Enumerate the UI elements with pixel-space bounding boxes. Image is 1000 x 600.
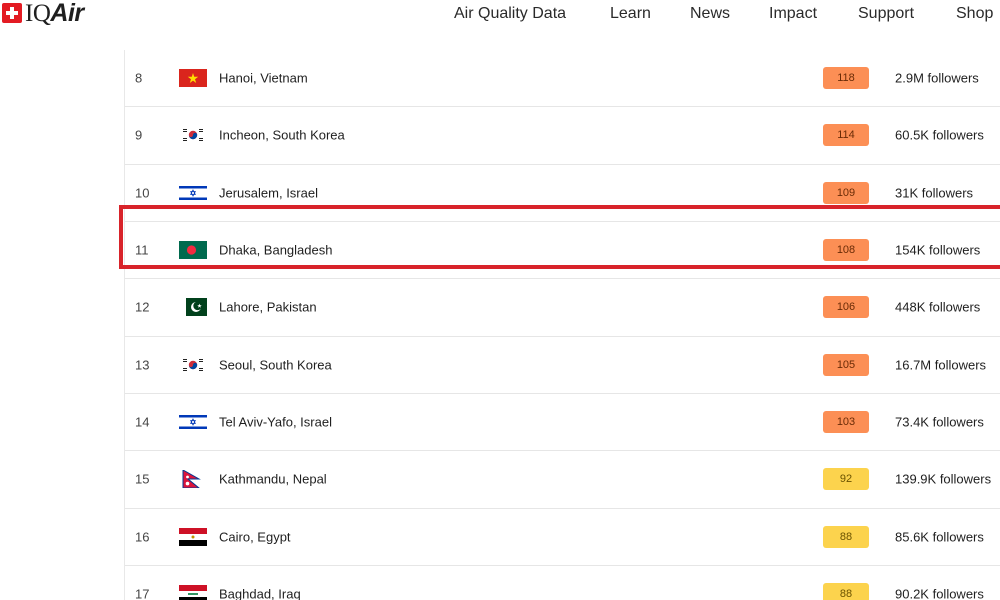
followers-count: 154K followers: [895, 242, 981, 258]
aqi-badge: 103: [823, 410, 869, 433]
rank-number: 8: [135, 70, 143, 86]
south-korea-flag-icon: [179, 126, 207, 145]
aqi-badge: 92: [823, 468, 869, 491]
nav-support[interactable]: Support: [858, 5, 914, 23]
pakistan-flag-icon: [179, 298, 207, 317]
nav-air-quality-data[interactable]: Air Quality Data: [454, 5, 566, 23]
rank-number: 15: [135, 471, 150, 487]
site-header: IQAir Air Quality Data Learn News Impact…: [0, 0, 1000, 50]
city-name-link[interactable]: Jerusalem, Israel: [219, 185, 318, 200]
aqi-badge: 118: [823, 67, 869, 89]
followers-count: 139.9K followers: [895, 471, 992, 487]
rank-number: 16: [135, 529, 150, 545]
rank-number: 9: [135, 127, 143, 143]
rank-number: 11: [135, 242, 149, 258]
iraq-flag-icon: [179, 584, 207, 600]
followers-count: 448K followers: [895, 299, 981, 315]
nepal-flag-icon: [179, 470, 207, 489]
aqi-badge: 88: [823, 582, 869, 600]
followers-count: 31K followers: [895, 185, 974, 201]
table-row[interactable]: 11 Dhaka, Bangladesh 108 154K followers: [125, 220, 1000, 278]
city-name-link[interactable]: Cairo, Egypt: [219, 529, 291, 544]
main-nav: Air Quality Data Learn News Impact Suppo…: [0, 5, 1000, 25]
bangladesh-flag-icon: [179, 240, 207, 259]
followers-count: 16.7M followers: [895, 357, 987, 373]
table-row[interactable]: 8 Hanoi, Vietnam 118 2.9M followers: [125, 50, 1000, 106]
egypt-flag-icon: [179, 527, 207, 546]
city-ranking-list: 8 Hanoi, Vietnam 118 2.9M followers 9 Incheon…: [124, 50, 1000, 600]
table-row[interactable]: 9 Incheon, South Korea 114 60.5K followers: [125, 106, 1000, 163]
nav-impact[interactable]: Impact: [769, 5, 817, 23]
city-name-link[interactable]: Kathmandu, Nepal: [219, 472, 327, 487]
israel-flag-icon: [179, 412, 207, 431]
aqi-badge: 88: [823, 525, 869, 548]
israel-flag-icon: [179, 183, 207, 202]
aqi-badge: 105: [823, 353, 869, 376]
rank-number: 17: [135, 586, 150, 600]
followers-count: 60.5K followers: [895, 127, 984, 143]
rank-number: 10: [135, 185, 150, 201]
followers-count: 90.2K followers: [895, 586, 984, 600]
rank-number: 14: [135, 414, 150, 430]
city-name-link[interactable]: Lahore, Pakistan: [219, 300, 317, 315]
aqi-badge: 106: [823, 296, 869, 319]
city-name-link[interactable]: Seoul, South Korea: [219, 357, 332, 372]
aqi-badge: 108: [823, 238, 869, 261]
nav-shop[interactable]: Shop: [956, 5, 993, 23]
aqi-badge: 109: [823, 181, 869, 204]
vietnam-flag-icon: [179, 69, 207, 87]
table-row[interactable]: 16 Cairo, Egypt 88 85.6K followers: [125, 507, 1000, 565]
followers-count: 73.4K followers: [895, 414, 984, 430]
south-korea-flag-icon: [179, 355, 207, 374]
table-row[interactable]: 12 Lahore, Pakistan 106 448K followers: [125, 278, 1000, 335]
rank-number: 12: [135, 299, 150, 315]
table-row[interactable]: 10 Jerusalem, Israel 109 31K followers: [125, 163, 1000, 221]
table-row[interactable]: 15 Kathmandu, Nepal 92 139.9K followers: [125, 450, 1000, 507]
table-row[interactable]: 14 Tel Aviv-Yafo, Israel 103 73.4K follower…: [125, 392, 1000, 450]
table-row[interactable]: 17 Baghdad, Iraq 88 90.2K followers: [125, 564, 1000, 600]
nav-learn[interactable]: Learn: [610, 5, 651, 23]
city-name-link[interactable]: Hanoi, Vietnam: [219, 71, 308, 86]
nav-news[interactable]: News: [690, 5, 730, 23]
table-row[interactable]: 13 Seoul, South Korea 105 16.7M followers: [125, 335, 1000, 393]
followers-count: 85.6K followers: [895, 529, 984, 545]
followers-count: 2.9M followers: [895, 70, 979, 86]
rank-number: 13: [135, 357, 150, 373]
city-name-link[interactable]: Dhaka, Bangladesh: [219, 242, 332, 257]
city-name-link[interactable]: Incheon, South Korea: [219, 128, 345, 143]
city-name-link[interactable]: Tel Aviv-Yafo, Israel: [219, 414, 332, 429]
city-name-link[interactable]: Baghdad, Iraq: [219, 586, 301, 600]
aqi-badge: 114: [823, 124, 869, 147]
